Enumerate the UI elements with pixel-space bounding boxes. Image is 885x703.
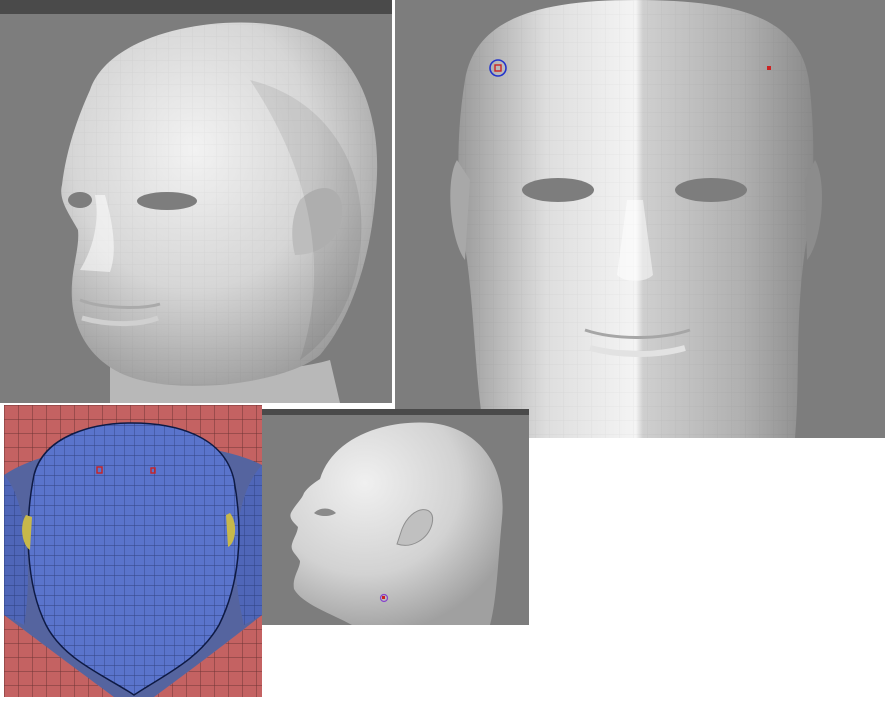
head-mesh-three-quarter[interactable] — [0, 0, 392, 403]
head-mesh-profile[interactable] — [262, 409, 529, 625]
head-mesh-front[interactable] — [395, 0, 885, 438]
viewport-three-quarter[interactable] — [0, 0, 392, 403]
vertex-point-marker[interactable] — [767, 66, 771, 70]
eye-hole-right — [137, 192, 197, 210]
uv-map-head[interactable] — [4, 405, 262, 697]
viewport-front[interactable] — [395, 0, 885, 438]
eye-hole-left — [522, 178, 594, 202]
viewport-uv-layout[interactable] — [4, 405, 262, 697]
eye-hole-right — [675, 178, 747, 202]
screenshot-composite — [0, 0, 885, 703]
eye-hole-left — [68, 192, 92, 208]
ear-right — [805, 160, 822, 260]
viewport-side[interactable] — [262, 409, 529, 625]
